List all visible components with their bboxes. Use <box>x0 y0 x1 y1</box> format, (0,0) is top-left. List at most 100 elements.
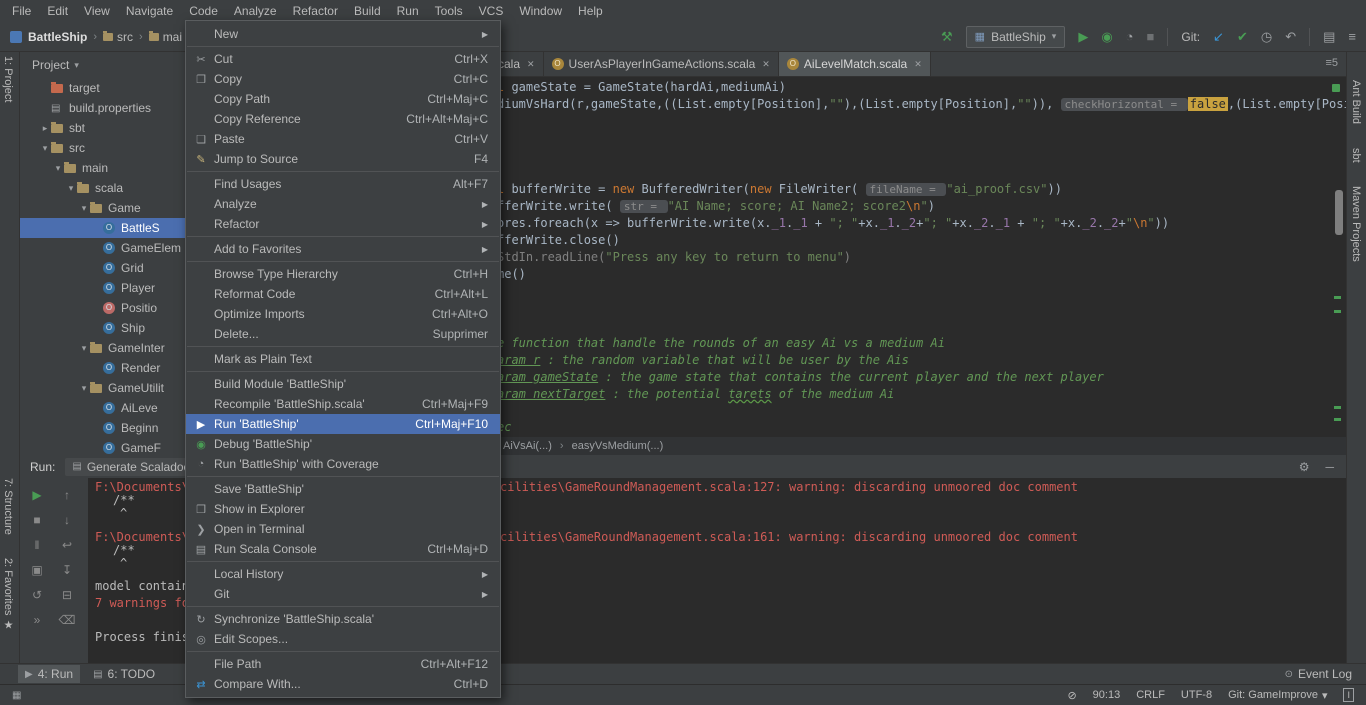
vcs-commit-icon[interactable]: ✔ <box>1237 30 1248 43</box>
menu-item-analyze[interactable]: Analyze ▶ <box>186 194 500 214</box>
encoding-widget[interactable]: UTF-8 <box>1181 689 1212 701</box>
menubar-item-edit[interactable]: Edit <box>39 1 76 21</box>
menubar-item-tools[interactable]: Tools <box>427 1 471 21</box>
menubar-item-navigate[interactable]: Navigate <box>118 1 181 21</box>
menu-item-copy-reference[interactable]: Copy Reference Ctrl+Alt+Maj+C <box>186 109 500 129</box>
up-stacktrace-button[interactable]: ↑ <box>64 488 70 502</box>
tree-item-src[interactable]: ▾ src <box>20 138 185 158</box>
menu-item-optimize-imports[interactable]: Optimize Imports Ctrl+Alt+O <box>186 304 500 324</box>
highlighting-level-icon[interactable]: ⊘ <box>1067 689 1076 702</box>
pause-output-button[interactable]: ‖ <box>35 538 40 552</box>
scroll-to-end-button[interactable]: ↧ <box>62 563 72 577</box>
tree-item-game[interactable]: ▾ Game <box>20 198 185 218</box>
tree-down-arrow-icon[interactable]: ▾ <box>78 383 90 394</box>
run-config-combo[interactable]: ▦ BattleShip ▾ <box>965 25 1066 48</box>
menu-item-run-battleship[interactable]: ▶ Run 'BattleShip' Ctrl+Maj+F10 <box>186 414 500 434</box>
menubar-item-build[interactable]: Build <box>346 1 389 21</box>
tree-item-beginn[interactable]: O Beginn <box>20 418 185 438</box>
tree-item-grid[interactable]: O Grid <box>20 258 185 278</box>
restore-layout-button[interactable]: ↺ <box>32 588 42 602</box>
tree-item-gameelem[interactable]: O GameElem <box>20 238 185 258</box>
tree-item-positio[interactable]: O Positio <box>20 298 185 318</box>
tree-item-gamef[interactable]: O GameF <box>20 438 185 455</box>
stripe-button-maven-projects[interactable]: Maven Projects <box>1350 186 1362 262</box>
menu-item-refactor[interactable]: Refactor ▶ <box>186 214 500 234</box>
run-button[interactable]: ▶ <box>1078 30 1088 43</box>
hidden-tabs-badge[interactable]: ≡5 <box>1325 52 1346 76</box>
build-hammer-icon[interactable]: ⚒ <box>941 30 953 43</box>
stripe-button-2-favorites[interactable]: 2: Favorites ★ <box>2 558 15 632</box>
menu-item-browse-type-hierarchy[interactable]: Browse Type Hierarchy Ctrl+H <box>186 264 500 284</box>
more-options-button[interactable]: » <box>34 613 41 627</box>
scrollbar-thumb[interactable] <box>1335 190 1343 235</box>
menu-item-new[interactable]: New ▶ <box>186 24 500 44</box>
coverage-button[interactable]: ◔ <box>1126 30 1134 43</box>
breadcrumb-easyvsmedium[interactable]: easyVsMedium(...) <box>572 440 664 452</box>
undo-icon[interactable]: ↶ <box>1285 30 1296 43</box>
close-icon[interactable]: ✕ <box>527 59 535 70</box>
menu-item-mark-as-plain-text[interactable]: Mark as Plain Text <box>186 349 500 369</box>
caret-position-widget[interactable]: 90:13 <box>1093 689 1121 701</box>
menu-item-debug-battleship[interactable]: ◉ Debug 'BattleShip' <box>186 434 500 454</box>
menubar-item-view[interactable]: View <box>76 1 118 21</box>
menu-item-run-scala-console[interactable]: ▤ Run Scala Console Ctrl+Maj+D <box>186 539 500 559</box>
tree-item-ship[interactable]: O Ship <box>20 318 185 338</box>
menu-item-jump-to-source[interactable]: ✎ Jump to Source F4 <box>186 149 500 169</box>
menu-item-cut[interactable]: ✂ Cut Ctrl+X <box>186 49 500 69</box>
menu-item-paste[interactable]: ❏ Paste Ctrl+V <box>186 129 500 149</box>
minimize-icon[interactable]: ─ <box>1325 460 1334 474</box>
close-icon[interactable]: ✕ <box>762 59 770 70</box>
clear-console-button[interactable]: ⌫ <box>59 613 76 627</box>
menu-item-recompile-battleship-scala[interactable]: Recompile 'BattleShip.scala' Ctrl+Maj+F9 <box>186 394 500 414</box>
line-separator-widget[interactable]: CRLF <box>1136 689 1165 701</box>
menu-item-synchronize-battleship-scala[interactable]: ↻ Synchronize 'BattleShip.scala' <box>186 609 500 629</box>
menu-item-edit-scopes[interactable]: ◎ Edit Scopes... <box>186 629 500 649</box>
inspection-mark[interactable] <box>1334 296 1341 299</box>
screenshot-button[interactable]: ▣ <box>31 563 42 577</box>
tree-item-gameinter[interactable]: ▾ GameInter <box>20 338 185 358</box>
tab-userasplayeringameactions-scala[interactable]: O UserAsPlayerInGameActions.scala ✕ <box>544 52 779 76</box>
tree-item-target[interactable]: target <box>20 78 185 98</box>
menu-item-copy[interactable]: ❐ Copy Ctrl+C <box>186 69 500 89</box>
stripe-button-ant-build[interactable]: Ant Build <box>1350 80 1362 124</box>
tree-down-arrow-icon[interactable]: ▾ <box>78 343 90 354</box>
inspection-status-icon[interactable] <box>1332 84 1340 92</box>
breadcrumb-src[interactable]: src <box>103 30 133 44</box>
toolwindow-button-6-todo[interactable]: ▤ 6: TODO <box>86 665 162 683</box>
settings-gear-icon[interactable]: ⚙ <box>1299 460 1310 474</box>
menu-item-save-battleship[interactable]: Save 'BattleShip' <box>186 479 500 499</box>
tree-item-render[interactable]: O Render <box>20 358 185 378</box>
inspection-mark[interactable] <box>1334 310 1341 313</box>
vcs-update-icon[interactable]: ↙ <box>1213 30 1224 43</box>
soft-wrap-button[interactable]: ↩ <box>62 538 72 552</box>
tree-item-sbt[interactable]: ▸ sbt <box>20 118 185 138</box>
menu-item-find-usages[interactable]: Find Usages Alt+F7 <box>186 174 500 194</box>
tree-item-scala[interactable]: ▾ scala <box>20 178 185 198</box>
git-branch-widget[interactable]: Git: GameImprove ▾ <box>1228 689 1327 702</box>
stripe-button-1-project[interactable]: 1: Project <box>2 56 14 102</box>
tree-down-arrow-icon[interactable]: ▾ <box>65 183 77 194</box>
stop-button[interactable]: ■ <box>1147 30 1155 43</box>
tree-item-battles[interactable]: O BattleS <box>20 218 185 238</box>
tab-ailevelmatch-scala[interactable]: O AiLevelMatch.scala ✕ <box>778 52 931 76</box>
inspection-mark[interactable] <box>1334 406 1341 409</box>
tree-down-arrow-icon[interactable]: ▾ <box>78 203 90 214</box>
debug-button[interactable]: ◉ <box>1101 30 1112 43</box>
menu-item-show-in-explorer[interactable]: ❒ Show in Explorer <box>186 499 500 519</box>
tree-item-aileve[interactable]: O AiLeve <box>20 398 185 418</box>
menubar-item-refactor[interactable]: Refactor <box>285 1 346 21</box>
project-panel-header[interactable]: Project ▾ <box>20 52 185 78</box>
rerun-button[interactable]: ▶ <box>32 488 41 502</box>
menu-item-delete[interactable]: Delete... Supprimer <box>186 324 500 344</box>
menu-item-reformat-code[interactable]: Reformat Code Ctrl+Alt+L <box>186 284 500 304</box>
toolwindow-switcher-icon[interactable]: ▦ <box>12 690 21 701</box>
event-log-button[interactable]: ⊙ Event Log <box>1285 667 1366 681</box>
menu-item-local-history[interactable]: Local History ▶ <box>186 564 500 584</box>
tree-item-player[interactable]: O Player <box>20 278 185 298</box>
panel-layout-icon[interactable]: ▤ <box>1323 30 1335 43</box>
menubar-item-help[interactable]: Help <box>570 1 611 21</box>
menu-item-add-to-favorites[interactable]: Add to Favorites ▶ <box>186 239 500 259</box>
menu-item-build-module-battleship[interactable]: Build Module 'BattleShip' <box>186 374 500 394</box>
menubar-item-code[interactable]: Code <box>181 1 226 21</box>
menubar-item-vcs[interactable]: VCS <box>471 1 512 21</box>
